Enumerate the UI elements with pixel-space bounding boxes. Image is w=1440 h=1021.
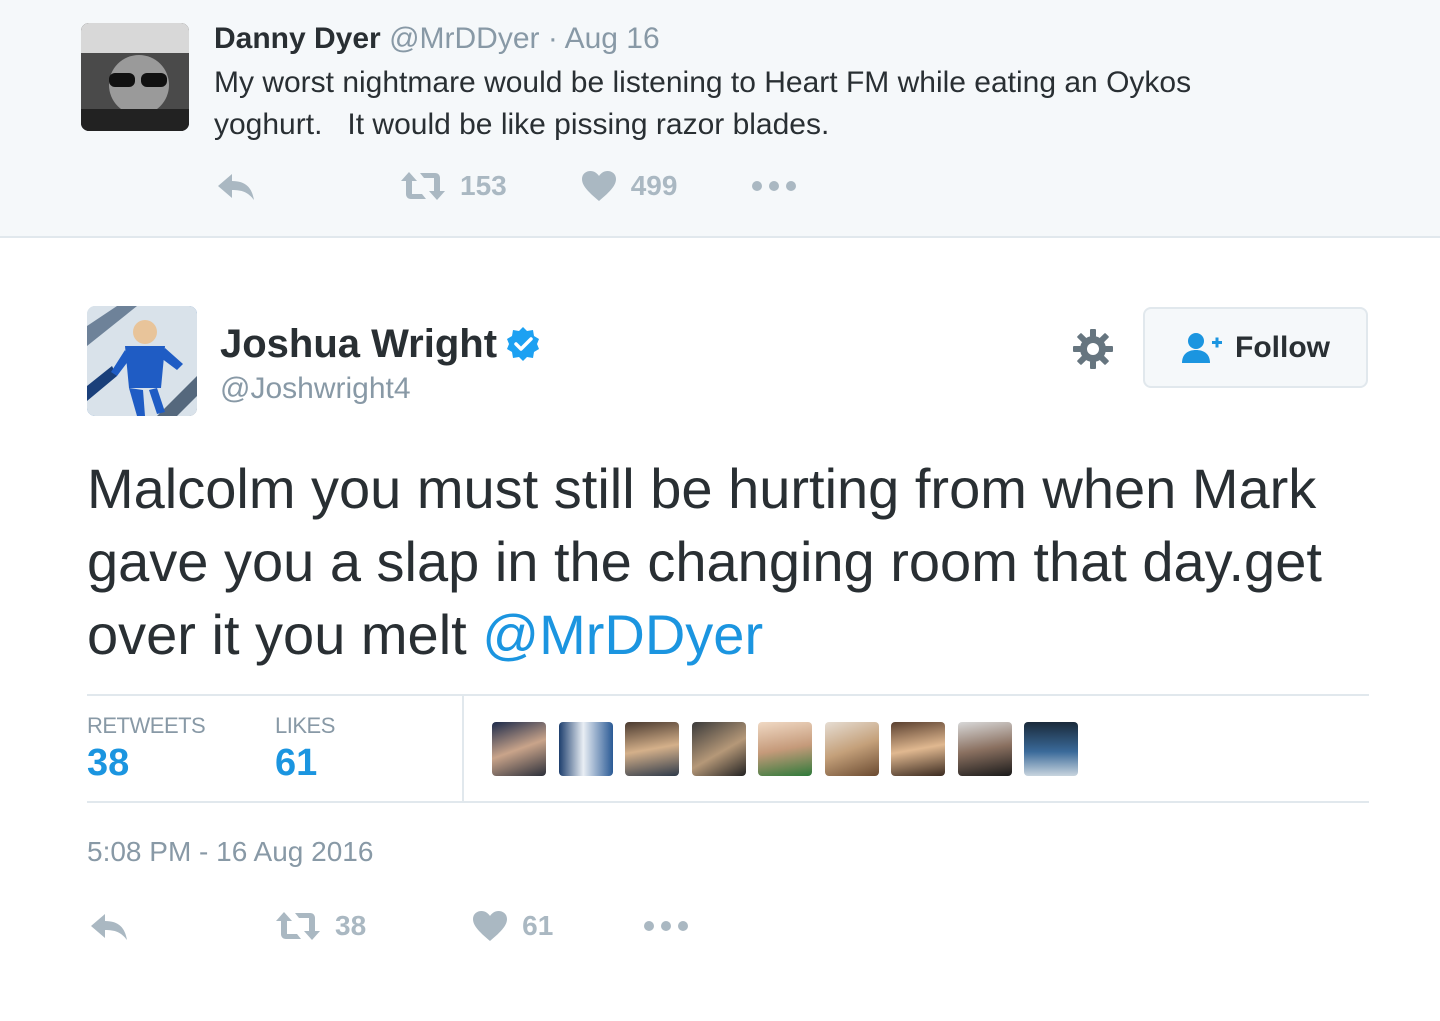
retweet-icon [401,172,445,200]
more-icon [644,921,689,931]
main-more-button[interactable] [643,920,689,932]
parent-avatar-image [81,23,189,131]
parent-like-count: 499 [630,170,678,201]
parent-avatar[interactable] [81,23,189,131]
liker-avatar[interactable] [492,722,546,776]
follow-user-icon [1182,332,1222,363]
tweet-stats: RETWEETS 38 LIKES 61 [87,694,1369,803]
likes-label: LIKES [275,713,335,738]
liker-avatar[interactable] [558,722,613,776]
parent-tweet-header: Danny Dyer @MrDDyer · Aug 16 [214,20,660,58]
retweets-stat[interactable]: RETWEETS 38 [87,712,206,786]
parent-tweet-text: My worst nightmare would be listening to… [214,66,1192,141]
main-author-handle[interactable]: @Joshwright4 [220,370,411,408]
main-author-name[interactable]: Joshua Wright [220,321,497,367]
parent-more-button[interactable] [751,180,797,192]
main-avatar[interactable] [87,306,197,416]
main-actions: 38 61 [89,910,689,942]
retweets-label: RETWEETS [87,713,206,738]
reply-icon [218,174,254,200]
main-reply-button[interactable] [89,910,129,942]
parent-retweet-button[interactable]: 153 [400,170,507,202]
follow-button[interactable]: Follow [1143,307,1368,388]
more-icon [752,181,797,191]
settings-gear-button[interactable] [1072,328,1114,370]
main-like-count: 61 [522,910,554,941]
parent-separator: · [547,22,558,55]
likes-count: 61 [275,742,318,784]
parent-retweet-count: 153 [460,170,507,201]
liker-avatar[interactable] [758,722,812,776]
main-retweet-count: 38 [335,910,367,941]
reply-icon [91,914,127,940]
parent-tweet-date[interactable]: Aug 16 [565,22,660,55]
liker-avatars [492,722,1091,776]
likes-stat[interactable]: LIKES 61 [275,712,335,786]
tweet-timestamp[interactable]: 5:08 PM - 16 Aug 2016 [87,834,373,870]
heart-icon [473,911,508,941]
parent-reply-button[interactable] [216,170,256,202]
parent-author-name[interactable]: Danny Dyer [214,22,381,55]
retweet-icon [276,912,320,940]
main-tweet-text: Malcolm you must still be hurting from w… [87,452,1387,671]
liker-avatar[interactable] [891,722,945,776]
verified-badge-icon [507,327,540,361]
parent-tweet[interactable]: Danny Dyer @MrDDyer · Aug 16 My worst ni… [0,0,1440,238]
gear-icon [1073,329,1113,369]
liker-avatar[interactable] [957,722,1012,776]
liker-avatar[interactable] [691,722,746,776]
main-author-name-row: Joshua Wright [220,321,541,367]
main-retweet-button[interactable]: 38 [275,910,366,942]
parent-like-button[interactable]: 499 [581,170,678,202]
main-like-button[interactable]: 61 [472,910,553,942]
parent-author-handle[interactable]: @MrDDyer [389,22,539,55]
stats-divider [462,696,464,801]
liker-avatar[interactable] [1024,722,1078,776]
heart-icon [581,171,616,201]
mention-link[interactable]: @MrDDyer [482,603,763,666]
liker-avatar[interactable] [824,722,879,776]
follow-button-label: Follow [1235,330,1330,364]
parent-actions: 153 499 [216,170,797,202]
retweets-count: 38 [87,742,130,784]
main-avatar-image [87,306,197,416]
liker-avatar[interactable] [625,722,679,776]
